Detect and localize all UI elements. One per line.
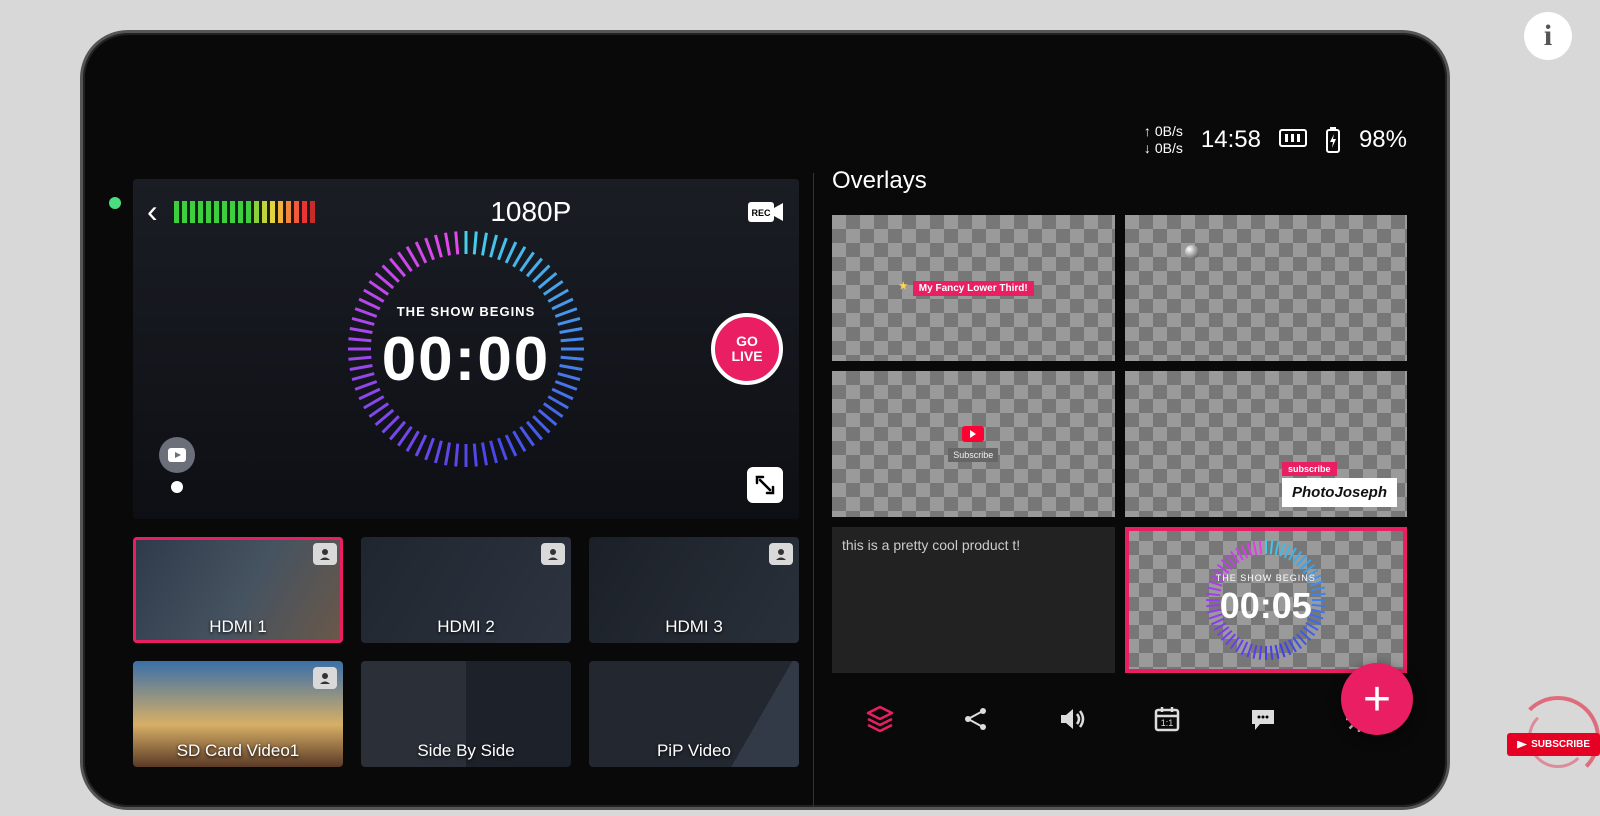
overlay-brand[interactable]: PhotoJoseph: [1125, 371, 1408, 517]
device-frame: 0B/s 0B/s 14:58 98% ‹ 1080P REC: [80, 30, 1450, 810]
overlay-subscribe[interactable]: Subscribe: [832, 371, 1115, 517]
status-dot-icon: [109, 197, 121, 209]
overlays-title: Overlays: [832, 167, 1407, 195]
back-icon[interactable]: ‹: [147, 193, 158, 230]
source-label: HDMI 3: [589, 617, 799, 637]
status-bar: 0B/s 0B/s 14:58 98%: [1144, 123, 1407, 157]
network-rates: 0B/s 0B/s: [1144, 123, 1183, 157]
record-icon[interactable]: REC: [747, 198, 785, 226]
audio-meter: [174, 201, 315, 223]
ball-icon: [1185, 245, 1199, 259]
person-icon: [313, 667, 337, 689]
resolution-label: 1080P: [490, 196, 571, 228]
person-icon: [313, 543, 337, 565]
overlay-countdown[interactable]: THE SHOW BEGINS 00:05: [1125, 527, 1408, 673]
overlay-text-ticker[interactable]: this is a pretty cool product t!: [832, 527, 1115, 673]
source-label: SD Card Video1: [133, 741, 343, 761]
youtube-icon: [159, 437, 195, 473]
source-sd-card-video1[interactable]: SD Card Video1: [133, 661, 343, 767]
overlay-countdown-label: THE SHOW BEGINS: [1125, 573, 1408, 583]
person-icon: [769, 543, 793, 565]
download-rate: 0B/s: [1144, 140, 1183, 157]
info-icon[interactable]: i: [1524, 12, 1572, 60]
sources-grid: HDMI 1 HDMI 2 HDMI 3 SD Card Video1 Side By …: [133, 537, 799, 767]
nav-chat-icon[interactable]: [1248, 704, 1278, 734]
overlay-lower-third[interactable]: My Fancy Lower Third!: [832, 215, 1115, 361]
countdown-time: 00:00: [341, 324, 591, 395]
bottom-nav: 1:1: [832, 687, 1407, 751]
youtube-play-icon: [962, 426, 984, 442]
right-pane: Overlays My Fancy Lower Third! Subscribe: [813, 173, 1417, 807]
source-label: HDMI 2: [361, 617, 571, 637]
person-icon: [541, 543, 565, 565]
overlays-grid: My Fancy Lower Third! Subscribe PhotoJos…: [832, 215, 1407, 673]
program-preview[interactable]: ‹ 1080P REC THE SHOW BEGINS 00:00 GOLIVE: [133, 179, 799, 519]
countdown-label: THE SHOW BEGINS: [341, 304, 591, 319]
indicator-dot-icon: [171, 481, 183, 493]
subscribe-label: Subscribe: [948, 448, 998, 462]
charging-icon: [1325, 127, 1341, 153]
go-live-button[interactable]: GOLIVE: [711, 313, 783, 385]
nav-audio-icon[interactable]: [1057, 704, 1087, 734]
expand-button[interactable]: [747, 467, 783, 503]
add-overlay-button[interactable]: +: [1341, 663, 1413, 735]
upload-rate: 0B/s: [1144, 123, 1183, 140]
source-hdmi-3[interactable]: HDMI 3: [589, 537, 799, 643]
left-pane: ‹ 1080P REC THE SHOW BEGINS 00:00 GOLIVE: [113, 173, 813, 807]
subscribe-button[interactable]: SUBSCRIBE: [1507, 733, 1600, 756]
svg-text:1:1: 1:1: [1161, 718, 1174, 728]
svg-text:REC: REC: [751, 208, 771, 218]
source-pip-video[interactable]: PiP Video: [589, 661, 799, 767]
source-side-by-side[interactable]: Side By Side: [361, 661, 571, 767]
source-hdmi-1[interactable]: HDMI 1: [133, 537, 343, 643]
nav-share-icon[interactable]: [961, 704, 991, 734]
countdown-ring: THE SHOW BEGINS 00:00: [341, 224, 591, 474]
source-label: HDMI 1: [133, 617, 343, 637]
platform-indicator[interactable]: [159, 437, 195, 493]
nav-schedule-icon[interactable]: 1:1: [1152, 704, 1182, 734]
hdmi-icon: [1279, 129, 1307, 151]
nav-overlays-icon[interactable]: [865, 704, 895, 734]
lower-third-label: My Fancy Lower Third!: [913, 281, 1034, 296]
overlay-countdown-time: 00:05: [1125, 585, 1408, 627]
brand-label: PhotoJoseph: [1282, 478, 1397, 507]
source-hdmi-2[interactable]: HDMI 2: [361, 537, 571, 643]
ticker-text: this is a pretty cool product t!: [842, 537, 1020, 553]
source-label: Side By Side: [361, 741, 571, 761]
overlay-ball[interactable]: [1125, 215, 1408, 361]
battery-percent: 98%: [1359, 126, 1407, 154]
clock-time: 14:58: [1201, 126, 1261, 154]
source-label: PiP Video: [589, 741, 799, 761]
